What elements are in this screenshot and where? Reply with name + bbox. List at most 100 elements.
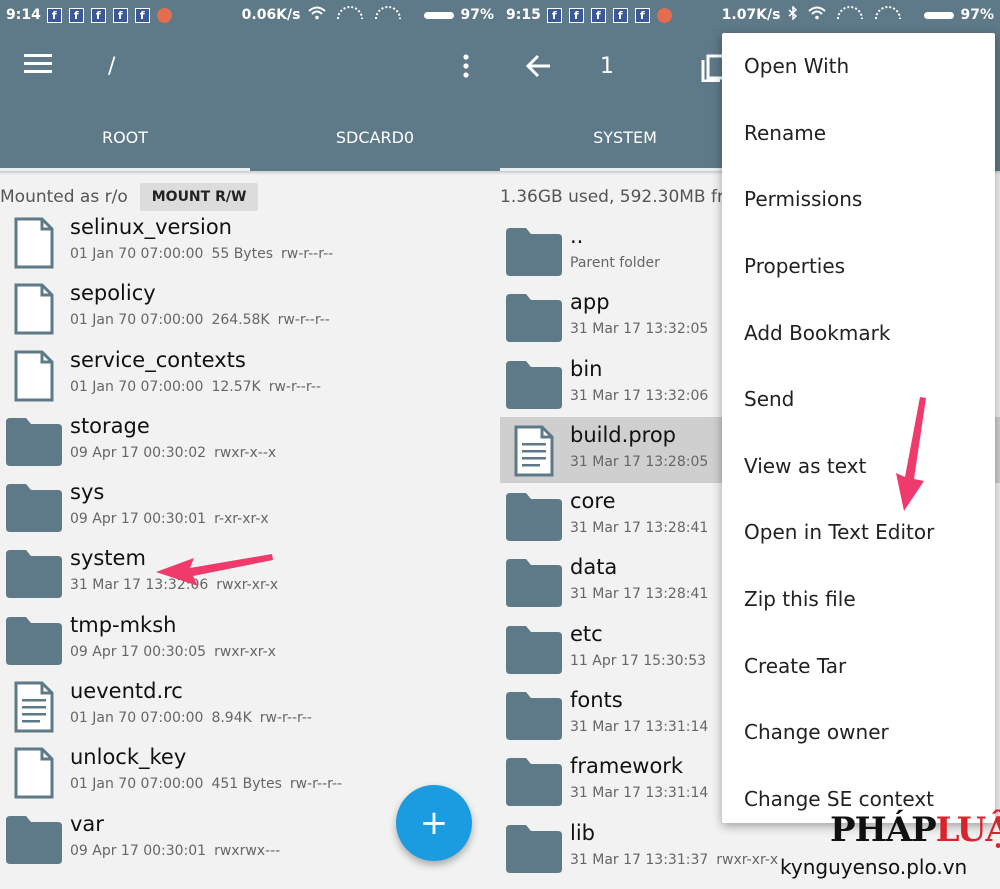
- mount-rw-button[interactable]: MOUNT R/W: [139, 183, 259, 211]
- tab-root[interactable]: ROOT: [0, 105, 250, 171]
- file-name: lib: [570, 820, 595, 845]
- file-row[interactable]: storage 09 Apr 17 00:30:02 rwxr-x--x: [0, 408, 500, 474]
- file-meta: 01 Jan 70 07:00:00 451 Bytes rw-r--r--: [70, 776, 350, 792]
- file-row[interactable]: tmp-mksh 09 Apr 17 00:30:05 rwxr-xr-x: [0, 607, 500, 673]
- file-permissions: rw-r--r--: [289, 776, 343, 793]
- signal-icon: [836, 5, 864, 25]
- overflow-menu-icon[interactable]: [460, 54, 472, 85]
- file-name: data: [570, 555, 618, 580]
- menu-item-properties[interactable]: Properties: [722, 233, 995, 300]
- app-bar: /: [0, 30, 500, 105]
- file-icon: [6, 350, 62, 402]
- signal-icon: [874, 5, 902, 25]
- watermark-url: kynguyenso.plo.vn: [780, 855, 968, 879]
- bluetooth-icon: [788, 5, 798, 24]
- file-permissions: rw-r--r--: [281, 246, 334, 262]
- folder-icon: [506, 690, 562, 742]
- menu-item-open-in-text-editor[interactable]: Open in Text Editor: [722, 499, 995, 566]
- file-size: 8.94K: [211, 710, 252, 727]
- menu-item-add-bookmark[interactable]: Add Bookmark: [722, 299, 995, 366]
- facebook-notification-icon: f: [68, 7, 84, 23]
- file-meta: 01 Jan 70 07:00:00 12.57K rw-r--r--: [70, 379, 329, 395]
- file-date: 01 Jan 70 07:00:00: [70, 312, 204, 329]
- menu-item-send[interactable]: Send: [722, 366, 995, 433]
- menu-item-create-tar[interactable]: Create Tar: [722, 632, 995, 699]
- folder-icon: [6, 814, 62, 866]
- folder-icon: [506, 756, 562, 808]
- file-size: 451 Bytes: [211, 776, 282, 793]
- file-name: etc: [570, 621, 603, 646]
- file-meta: 31 Mar 17 13:32:06: [570, 388, 716, 404]
- network-speed: 1.07K/s: [721, 7, 781, 23]
- menu-item-change-owner[interactable]: Change owner: [722, 699, 995, 766]
- menu-item-rename[interactable]: Rename: [722, 100, 995, 167]
- wifi-icon: [308, 6, 327, 24]
- file-date: 01 Jan 70 07:00:00: [70, 710, 204, 727]
- file-permissions: rw-r--r--: [277, 312, 330, 329]
- status-time: 9:14: [6, 7, 41, 23]
- file-name: build.prop: [570, 422, 676, 447]
- facebook-notification-icon: f: [568, 7, 584, 23]
- battery-level: 97%: [960, 7, 994, 23]
- file-date: Parent folder: [570, 255, 660, 271]
- divider: [0, 171, 500, 175]
- file-permissions: r-xr-xr-x: [214, 511, 269, 528]
- file-name: app: [570, 290, 610, 315]
- menu-item-zip-this-file[interactable]: Zip this file: [722, 566, 995, 633]
- file-icon: [6, 747, 62, 799]
- file-name: ueventd.rc: [70, 679, 183, 704]
- file-size: 55 Bytes: [211, 246, 273, 262]
- file-date: 09 Apr 17 00:30:01: [70, 511, 207, 528]
- left-screen: 9:14 f f f f f 0.06K/s 97% / ROOT SDCARD…: [0, 0, 500, 889]
- copy-icon[interactable]: [700, 52, 726, 87]
- file-meta: 31 Mar 17 13:28:41: [570, 586, 716, 602]
- file-name: ..: [570, 224, 584, 248]
- file-permissions: rw-r--r--: [268, 378, 321, 395]
- file-date: 09 Apr 17 00:30:01: [70, 842, 207, 859]
- battery-icon: [424, 11, 455, 19]
- file-date: 01 Jan 70 07:00:00: [70, 378, 204, 395]
- status-time: 9:15: [506, 7, 541, 23]
- file-name: framework: [570, 754, 684, 779]
- file-name: unlock_key: [70, 745, 187, 770]
- file-row[interactable]: selinux_version 01 Jan 70 07:00:00 55 Byte…: [0, 209, 500, 275]
- file-date: 09 Apr 17 00:30:02: [70, 444, 207, 461]
- menu-item-open-with[interactable]: Open With: [722, 33, 995, 100]
- back-arrow-icon[interactable]: [525, 54, 552, 83]
- tab-system[interactable]: SYSTEM: [500, 105, 750, 171]
- text-file-icon: [6, 681, 62, 733]
- tab-sdcard0[interactable]: SDCARD0: [250, 105, 500, 171]
- file-icon: [6, 217, 62, 269]
- file-permissions: rwxr-x--x: [214, 444, 277, 461]
- file-date: 01 Jan 70 07:00:00: [70, 776, 204, 793]
- file-row[interactable]: sepolicy 01 Jan 70 07:00:00 264.58K rw-r--r…: [0, 275, 500, 341]
- folder-icon: [506, 359, 562, 411]
- storage-usage: 1.36GB used, 592.30MB fr: [500, 187, 724, 207]
- file-name: core: [570, 489, 616, 514]
- file-name: bin: [570, 356, 603, 381]
- file-row[interactable]: sys 09 Apr 17 00:30:01 r-xr-xr-x: [0, 474, 500, 540]
- file-meta: 01 Jan 70 07:00:00 8.94K rw-r--r--: [70, 710, 320, 726]
- file-meta: 31 Mar 17 13:28:05: [570, 454, 716, 470]
- file-row[interactable]: ueventd.rc 01 Jan 70 07:00:00 8.94K rw-r--r…: [0, 673, 500, 739]
- menu-item-permissions[interactable]: Permissions: [722, 166, 995, 233]
- menu-item-view-as-text[interactable]: View as text: [722, 433, 995, 500]
- facebook-notification-icon: f: [134, 7, 150, 23]
- file-row[interactable]: service_contexts 01 Jan 70 07:00:00 12.57K…: [0, 342, 500, 408]
- add-fab-button[interactable]: +: [396, 785, 472, 861]
- file-date: 31 Mar 17 13:31:14: [570, 785, 709, 802]
- annotation-arrow: [156, 554, 273, 586]
- folder-icon: [6, 548, 62, 600]
- mount-status: Mounted as r/o: [0, 187, 128, 207]
- hamburger-menu-icon[interactable]: [24, 52, 54, 81]
- folder-icon: [6, 615, 62, 667]
- file-date: 31 Mar 17 13:28:05: [570, 453, 709, 470]
- file-meta: 31 Mar 17 13:28:41: [570, 520, 716, 536]
- file-date: 31 Mar 17 13:32:06: [570, 387, 709, 404]
- file-size: 12.57K: [211, 378, 261, 395]
- file-permissions: rw-r--r--: [259, 710, 312, 727]
- selection-count: 1: [600, 54, 614, 79]
- file-date: 31 Mar 17 13:31:37: [570, 851, 709, 868]
- network-speed: 0.06K/s: [241, 7, 301, 23]
- watermark-logo: PHÁPLUẬT: [830, 810, 1000, 850]
